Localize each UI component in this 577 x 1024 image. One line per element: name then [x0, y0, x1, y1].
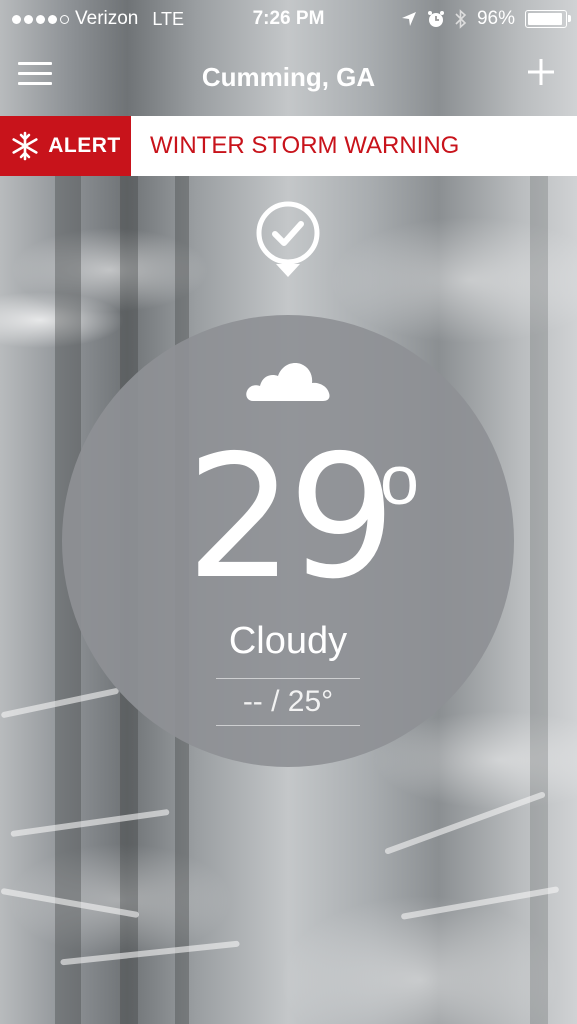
status-bar: Verizon LTE 7:26 PM 96%: [0, 0, 577, 38]
snowflake-icon: [12, 131, 38, 161]
battery-percent: 96%: [476, 8, 515, 29]
alert-banner[interactable]: ALERT WINTER STORM WARNING: [0, 116, 577, 176]
location-arrow-icon: [401, 12, 416, 26]
bluetooth-icon: [455, 9, 467, 29]
high-low-temperature: -- / 25°: [216, 678, 360, 726]
battery-icon: [525, 10, 571, 28]
alert-tag: ALERT: [0, 116, 131, 176]
cloud-icon: [246, 363, 330, 401]
weather-summary-circle[interactable]: 29 o Cloudy -- / 25°: [62, 315, 514, 767]
current-temperature: 29: [185, 419, 396, 617]
weather-condition: Cloudy: [228, 620, 348, 662]
status-right: 96%: [401, 8, 571, 30]
alarm-clock-icon: [427, 11, 444, 27]
degree-symbol: o: [380, 441, 419, 519]
location-check-icon[interactable]: [255, 200, 321, 278]
alert-label: ALERT: [48, 134, 121, 157]
alert-message[interactable]: WINTER STORM WARNING: [150, 132, 459, 160]
location-title[interactable]: Cumming, GA: [0, 62, 577, 93]
plus-icon[interactable]: [525, 56, 557, 92]
nav-bar: Cumming, GA: [0, 48, 577, 104]
